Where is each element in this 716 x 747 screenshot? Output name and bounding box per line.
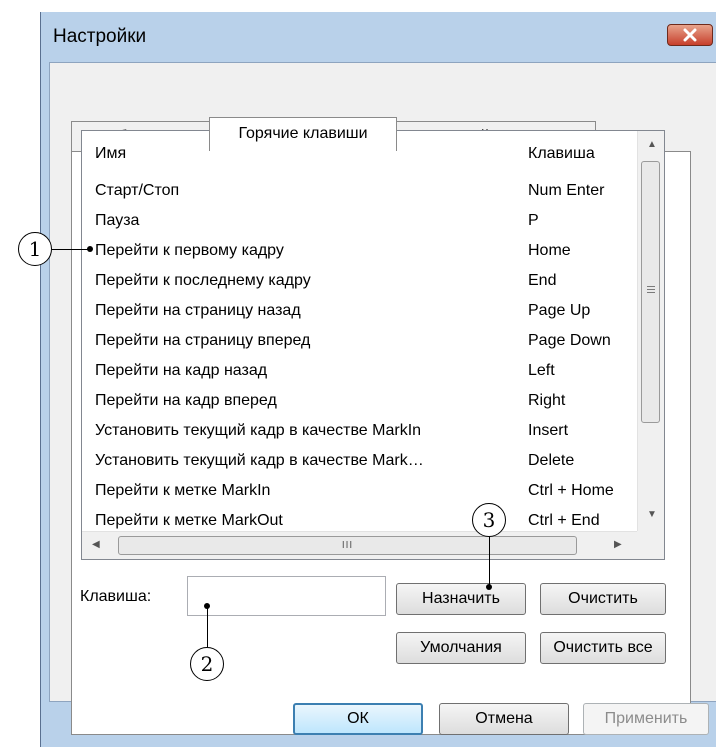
vertical-scrollbar[interactable]: ▲ ▼ <box>637 131 664 531</box>
hotkey-key: Ctrl + Home <box>528 482 614 499</box>
hotkey-key: Insert <box>528 422 569 439</box>
list-item[interactable]: Старт/Стоп Num Enter <box>82 176 637 206</box>
callout-1-leader <box>52 249 90 250</box>
hotkey-key: Num Enter <box>528 182 605 199</box>
vertical-scroll-thumb[interactable] <box>641 161 660 423</box>
apply-button[interactable]: Применить <box>583 703 709 735</box>
grip-line <box>647 289 655 290</box>
hotkey-key: P <box>528 212 539 229</box>
key-field-label: Клавиша: <box>80 588 152 605</box>
hotkey-key: Right <box>528 392 566 409</box>
callout-2-pointer <box>204 603 210 609</box>
callout-1: 1 <box>18 232 52 266</box>
scroll-down-icon[interactable]: ▼ <box>647 509 657 520</box>
hotkey-key: Page Up <box>528 302 591 319</box>
callout-3: 3 <box>472 503 506 537</box>
hotkey-name: Перейти к первому кадру <box>95 242 284 259</box>
hotkey-name: Перейти на страницу вперед <box>95 332 311 349</box>
close-button[interactable] <box>667 24 713 46</box>
hotkey-name: Установить текущий кадр в качестве MarkI… <box>95 422 422 439</box>
list-item[interactable]: Перейти к первому кадру Home <box>82 236 637 266</box>
defaults-button[interactable]: Умолчания <box>396 632 526 664</box>
list-item[interactable]: Перейти на кадр назад Left <box>82 356 637 386</box>
close-icon <box>683 28 697 42</box>
scroll-up-icon[interactable]: ▲ <box>647 139 657 150</box>
callout-2: 2 <box>190 647 224 681</box>
list-item[interactable]: Перейти на страницу вперед Page Down <box>82 326 637 356</box>
list-item[interactable]: Установить текущий кадр в качестве MarkI… <box>82 416 637 446</box>
hotkey-name: Перейти к последнему кадру <box>95 272 311 289</box>
hotkey-name: Перейти на кадр вперед <box>95 392 277 409</box>
horizontal-scroll-thumb[interactable]: III <box>118 536 577 555</box>
scroll-right-icon[interactable]: ▶ <box>614 539 622 550</box>
hotkey-key: Home <box>528 242 571 259</box>
key-input[interactable] <box>187 576 386 616</box>
tab-hotkeys[interactable]: Горячие клавиши <box>209 117 397 151</box>
callout-3-leader <box>489 537 490 587</box>
callout-2-leader <box>207 606 208 647</box>
cancel-button[interactable]: Отмена <box>439 703 569 735</box>
hotkey-name: Перейти на кадр назад <box>95 362 268 379</box>
ok-button[interactable]: ОК <box>293 703 423 735</box>
list-item[interactable]: Перейти на кадр вперед Right <box>82 386 637 416</box>
hotkey-name: Установить текущий кадр в качестве Mark… <box>95 452 424 469</box>
horizontal-scrollbar[interactable]: ◀ III ▶ <box>82 531 637 559</box>
scroll-left-icon[interactable]: ◀ <box>92 539 100 550</box>
window-title: Настройки <box>53 26 147 47</box>
hotkey-name: Перейти на страницу назад <box>95 302 301 319</box>
hotkey-key: Delete <box>528 452 575 469</box>
column-header-key[interactable]: Клавиша <box>528 145 595 163</box>
assign-button[interactable]: Назначить <box>396 583 526 615</box>
list-item[interactable]: Перейти на страницу назад Page Up <box>82 296 637 326</box>
grip-line <box>647 292 655 293</box>
hotkey-name: Старт/Стоп <box>95 182 180 199</box>
title-bar[interactable]: Настройки <box>41 12 716 62</box>
callout-3-pointer <box>486 584 492 590</box>
hotkey-name: Пауза <box>95 212 140 229</box>
scrollbar-corner <box>637 531 664 559</box>
clear-all-button[interactable]: Очистить все <box>540 632 666 664</box>
hotkeys-list[interactable]: Имя Клавиша Старт/Стоп Num Enter Пауза P П… <box>81 130 665 560</box>
hotkey-name: Перейти к метке MarkIn <box>95 482 271 499</box>
clear-button[interactable]: Очистить <box>540 583 666 615</box>
hotkey-key: Left <box>528 362 555 379</box>
list-item[interactable]: Пауза P <box>82 206 637 236</box>
column-header-name[interactable]: Имя <box>95 145 126 163</box>
callout-1-pointer <box>87 246 93 252</box>
grip-line <box>647 286 655 287</box>
list-item[interactable]: Перейти к последнему кадру End <box>82 266 637 296</box>
list-item[interactable]: Перейти к метке MarkIn Ctrl + Home <box>82 476 637 506</box>
hotkey-key: End <box>528 272 557 289</box>
hotkey-key: Page Down <box>528 332 611 349</box>
list-item[interactable]: Установить текущий кадр в качестве Mark…… <box>82 446 637 476</box>
